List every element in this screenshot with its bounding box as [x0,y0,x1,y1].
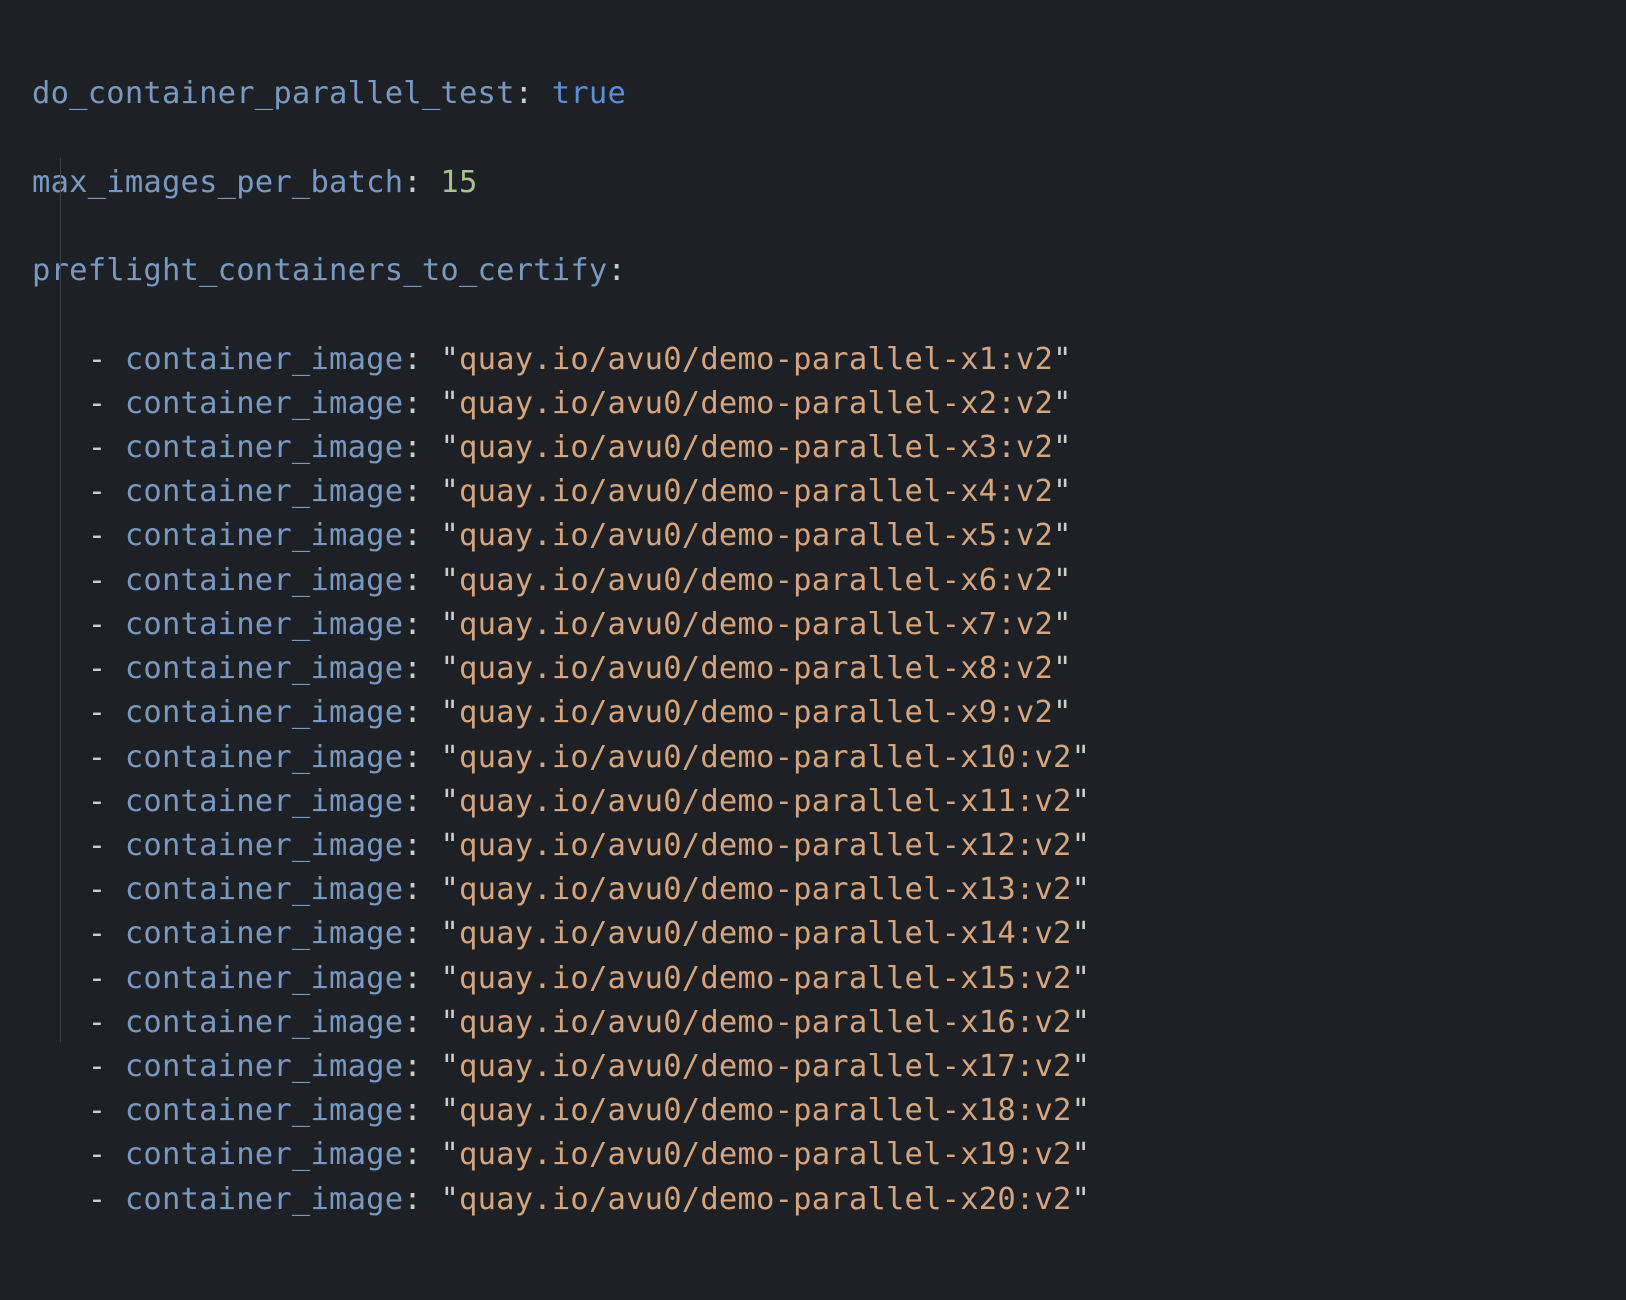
yaml-dash: - [88,1137,107,1172]
yaml-key: container_image [125,916,403,951]
code-line: - container_image: "quay.io/avu0/demo-pa… [32,470,1626,514]
code-line: - container_image: "quay.io/avu0/demo-pa… [32,382,1626,426]
code-line: - container_image: "quay.io/avu0/demo-pa… [32,957,1626,1001]
code-editor[interactable]: do_container_parallel_test: true max_ima… [0,0,1626,1222]
yaml-key: container_image [125,828,403,863]
code-line: do_container_parallel_test: true [32,72,1626,116]
yaml-key: container_image [125,651,403,686]
code-line: - container_image: "quay.io/avu0/demo-pa… [32,824,1626,868]
yaml-dash: - [88,1093,107,1128]
yaml-key: container_image [125,961,403,996]
yaml-string: quay.io/avu0/demo-parallel-x12:v2 [459,828,1072,863]
yaml-bool: true [552,76,626,111]
yaml-string: quay.io/avu0/demo-parallel-x6:v2 [459,563,1053,598]
code-line: - container_image: "quay.io/avu0/demo-pa… [32,1045,1626,1089]
yaml-dash: - [88,607,107,642]
yaml-dash: - [88,563,107,598]
yaml-key: container_image [125,430,403,465]
code-line: - container_image: "quay.io/avu0/demo-pa… [32,780,1626,824]
code-line: - container_image: "quay.io/avu0/demo-pa… [32,912,1626,956]
yaml-key: do_container_parallel_test [32,76,515,111]
yaml-string: quay.io/avu0/demo-parallel-x15:v2 [459,961,1072,996]
yaml-string: quay.io/avu0/demo-parallel-x17:v2 [459,1049,1072,1084]
code-line: max_images_per_batch: 15 [32,161,1626,205]
yaml-string: quay.io/avu0/demo-parallel-x14:v2 [459,916,1072,951]
yaml-dash: - [88,740,107,775]
yaml-dash: - [88,386,107,421]
yaml-dash: - [88,1049,107,1084]
code-line: - container_image: "quay.io/avu0/demo-pa… [32,514,1626,558]
yaml-string: quay.io/avu0/demo-parallel-x1:v2 [459,342,1053,377]
yaml-key: container_image [125,872,403,907]
code-line: - container_image: "quay.io/avu0/demo-pa… [32,1178,1626,1222]
yaml-string: quay.io/avu0/demo-parallel-x3:v2 [459,430,1053,465]
yaml-key: preflight_containers_to_certify [32,253,607,288]
yaml-key: container_image [125,342,403,377]
code-line: - container_image: "quay.io/avu0/demo-pa… [32,1133,1626,1177]
yaml-dash: - [88,342,107,377]
yaml-key: container_image [125,607,403,642]
code-line: - container_image: "quay.io/avu0/demo-pa… [32,603,1626,647]
yaml-key: container_image [125,386,403,421]
yaml-string: quay.io/avu0/demo-parallel-x7:v2 [459,607,1053,642]
yaml-key: container_image [125,740,403,775]
yaml-dash: - [88,430,107,465]
yaml-key: max_images_per_batch [32,165,403,200]
yaml-dash: - [88,474,107,509]
yaml-key: container_image [125,784,403,819]
code-line: - container_image: "quay.io/avu0/demo-pa… [32,736,1626,780]
yaml-key: container_image [125,474,403,509]
yaml-string: quay.io/avu0/demo-parallel-x4:v2 [459,474,1053,509]
code-line: - container_image: "quay.io/avu0/demo-pa… [32,691,1626,735]
yaml-dash: - [88,916,107,951]
yaml-dash: - [88,651,107,686]
editor-content: do_container_parallel_test: true max_ima… [0,0,1626,1222]
yaml-string: quay.io/avu0/demo-parallel-x20:v2 [459,1182,1072,1217]
yaml-dash: - [88,828,107,863]
yaml-string: quay.io/avu0/demo-parallel-x13:v2 [459,872,1072,907]
yaml-dash: - [88,961,107,996]
indent-guide [60,158,61,1042]
yaml-string: quay.io/avu0/demo-parallel-x11:v2 [459,784,1072,819]
code-line: - container_image: "quay.io/avu0/demo-pa… [32,1001,1626,1045]
yaml-dash: - [88,872,107,907]
yaml-number: 15 [440,165,477,200]
code-line: - container_image: "quay.io/avu0/demo-pa… [32,868,1626,912]
code-line: - container_image: "quay.io/avu0/demo-pa… [32,559,1626,603]
yaml-string: quay.io/avu0/demo-parallel-x10:v2 [459,740,1072,775]
code-line: - container_image: "quay.io/avu0/demo-pa… [32,338,1626,382]
yaml-string: quay.io/avu0/demo-parallel-x16:v2 [459,1005,1072,1040]
yaml-dash: - [88,518,107,553]
yaml-key: container_image [125,1005,403,1040]
yaml-string: quay.io/avu0/demo-parallel-x2:v2 [459,386,1053,421]
yaml-key: container_image [125,1049,403,1084]
code-line: - container_image: "quay.io/avu0/demo-pa… [32,1089,1626,1133]
yaml-dash: - [88,1182,107,1217]
yaml-key: container_image [125,518,403,553]
yaml-dash: - [88,695,107,730]
yaml-string: quay.io/avu0/demo-parallel-x9:v2 [459,695,1053,730]
yaml-key: container_image [125,563,403,598]
yaml-string: quay.io/avu0/demo-parallel-x18:v2 [459,1093,1072,1128]
code-line: - container_image: "quay.io/avu0/demo-pa… [32,647,1626,691]
yaml-dash: - [88,1005,107,1040]
yaml-string: quay.io/avu0/demo-parallel-x19:v2 [459,1137,1072,1172]
yaml-key: container_image [125,1093,403,1128]
yaml-string: quay.io/avu0/demo-parallel-x8:v2 [459,651,1053,686]
yaml-key: container_image [125,1182,403,1217]
yaml-key: container_image [125,695,403,730]
yaml-string: quay.io/avu0/demo-parallel-x5:v2 [459,518,1053,553]
yaml-key: container_image [125,1137,403,1172]
code-line: - container_image: "quay.io/avu0/demo-pa… [32,426,1626,470]
yaml-dash: - [88,784,107,819]
code-line: preflight_containers_to_certify: [32,249,1626,293]
